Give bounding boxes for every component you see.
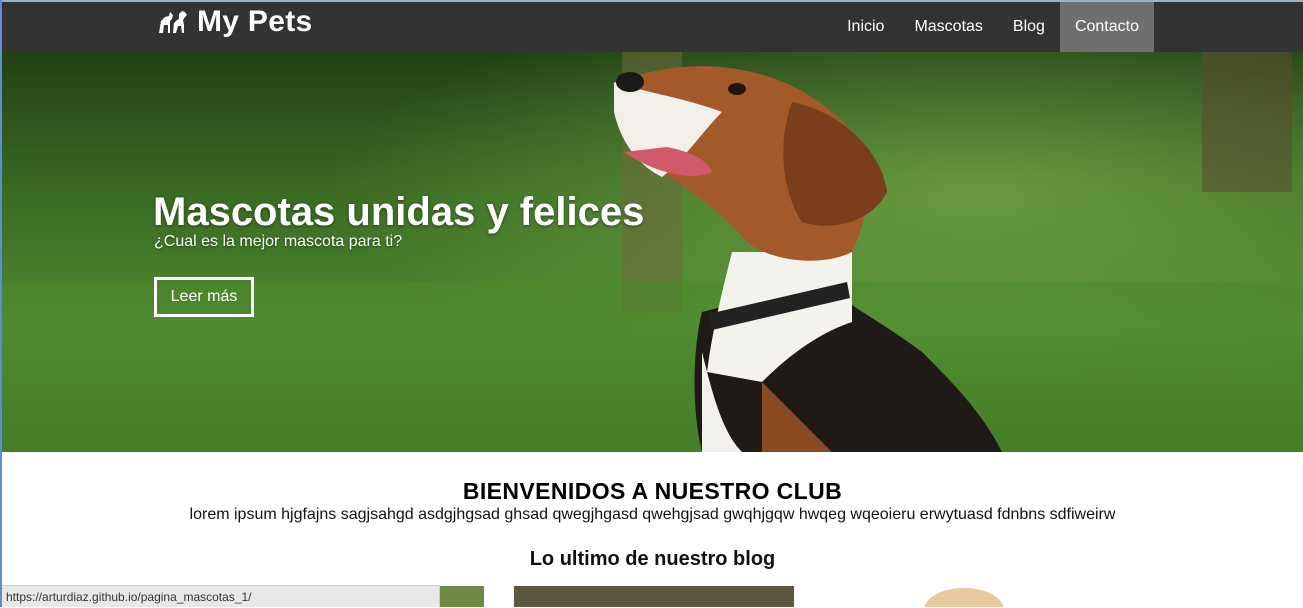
- welcome-title: BIENVENIDOS A NUESTRO CLUB: [462, 478, 843, 504]
- navbar: My Pets Inicio Mascotas Blog Contacto: [2, 2, 1303, 52]
- nav-item-contacto[interactable]: Contacto: [1059, 2, 1154, 52]
- hero-subtitle: ¿Cual es la mejor mascota para ti?: [154, 233, 403, 250]
- blog-card-image-2[interactable]: [514, 586, 794, 607]
- read-more-button[interactable]: Leer más: [154, 277, 254, 317]
- brand-name: My Pets: [197, 5, 313, 38]
- browser-status-bar: https://arturdiaz.github.io/pagina_masco…: [2, 585, 440, 607]
- blog-section-title: Lo ultimo de nuestro blog: [529, 548, 776, 570]
- blog-card-3-pet-image: [924, 588, 1004, 607]
- blog-card-image-3[interactable]: [824, 586, 1104, 607]
- main-nav: Inicio Mascotas Blog Contacto: [832, 2, 1154, 52]
- brand-logo[interactable]: My Pets: [157, 2, 312, 42]
- hero-banner: Mascotas unidas y felices ¿Cual es la me…: [2, 52, 1303, 452]
- welcome-text: lorem ipsum hjgfajns sagjsahgd asdgjhgsa…: [189, 506, 1116, 523]
- nav-item-blog[interactable]: Blog: [998, 2, 1060, 52]
- nav-item-inicio[interactable]: Inicio: [832, 2, 899, 52]
- nav-item-mascotas[interactable]: Mascotas: [899, 2, 997, 52]
- hero-dog-image: [2, 52, 1303, 452]
- dog-cat-icon: [159, 11, 187, 33]
- hero-title: Mascotas unidas y felices: [153, 190, 645, 234]
